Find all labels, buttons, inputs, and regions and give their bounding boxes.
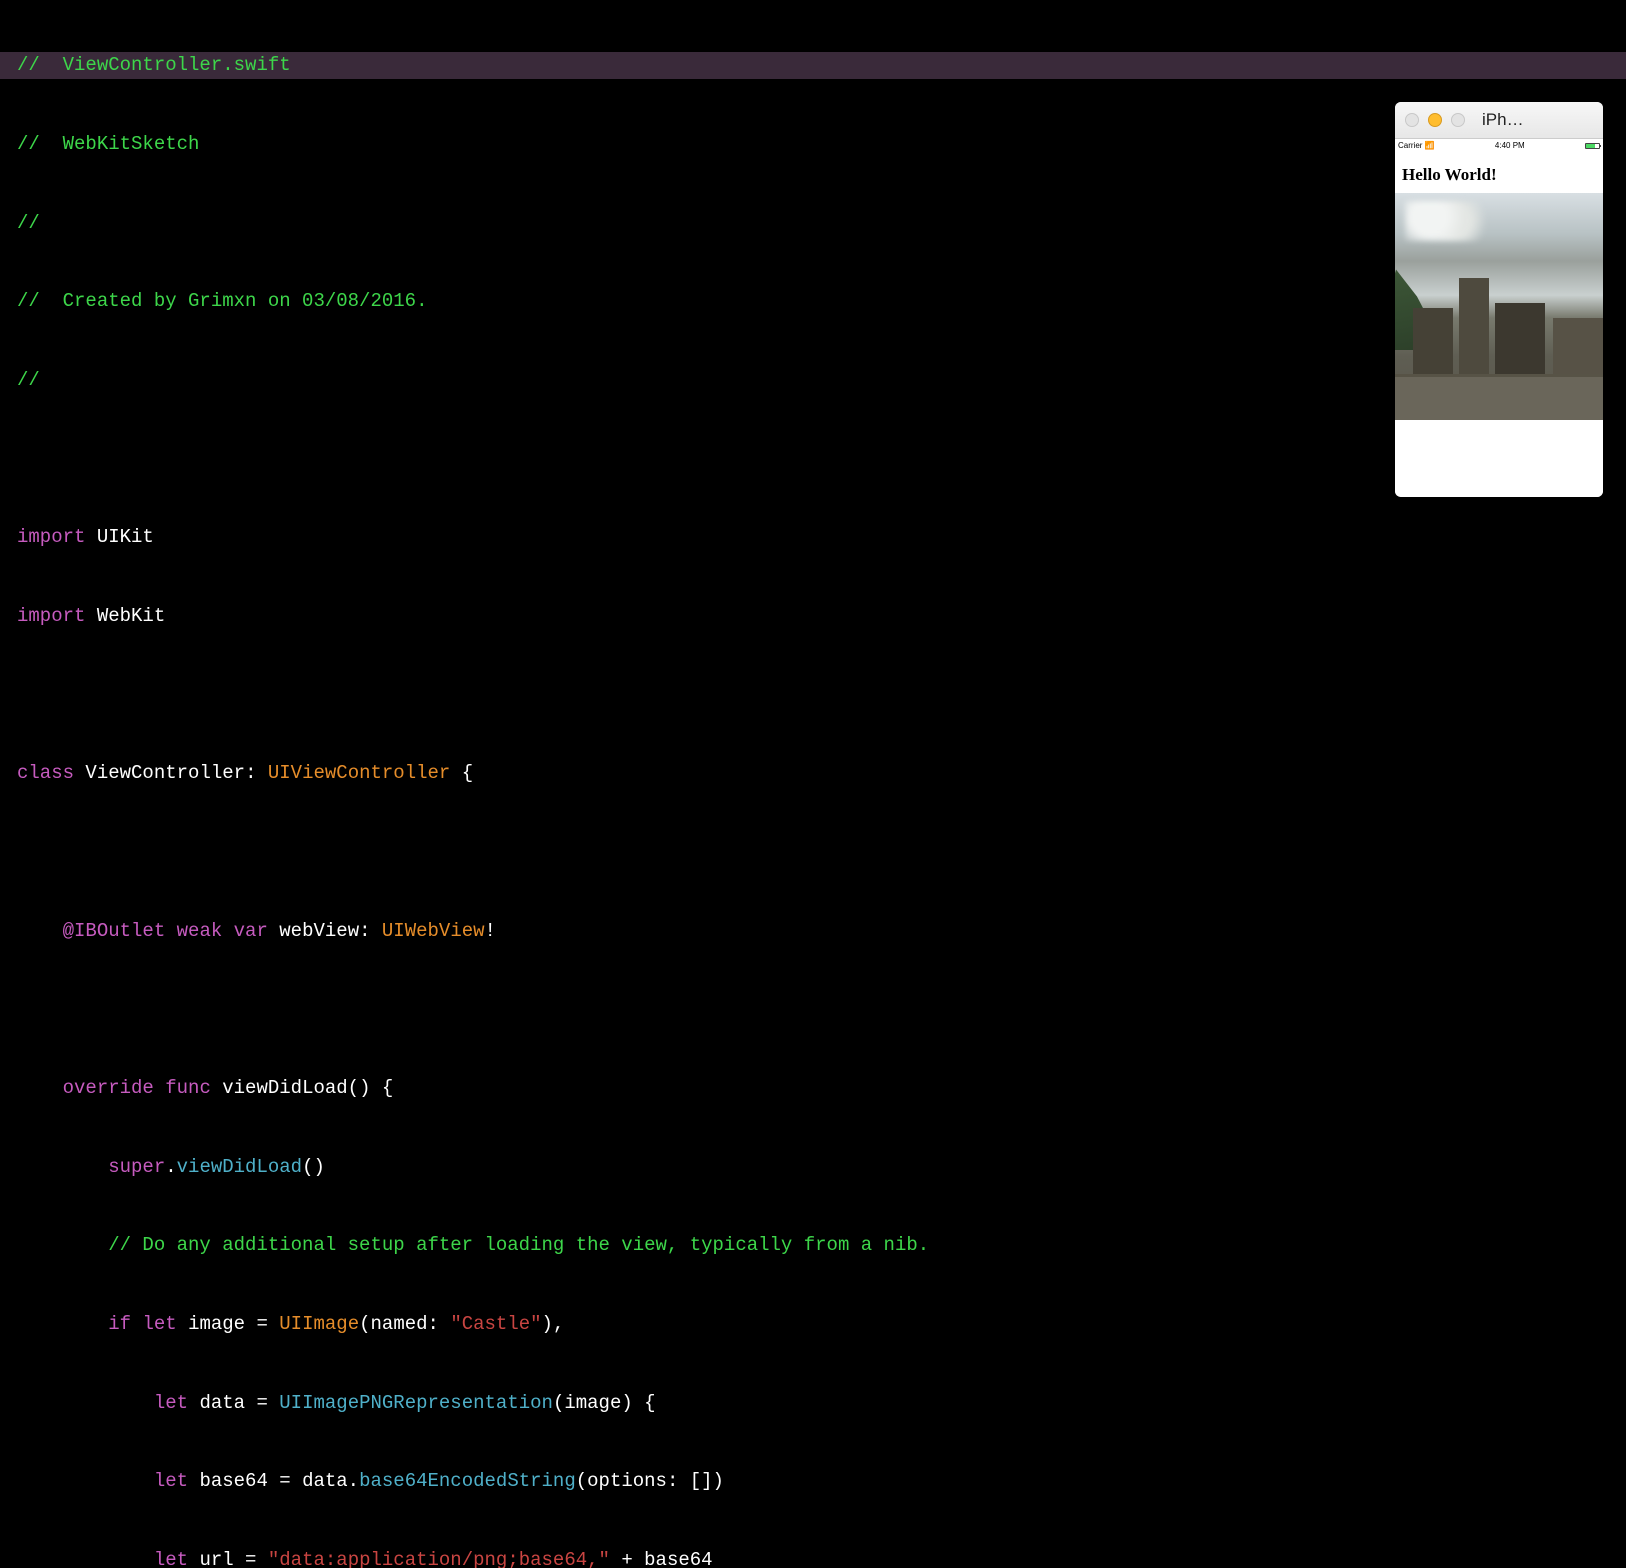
comment: // WebKitSketch (17, 133, 199, 155)
battery-icon (1585, 143, 1600, 149)
code-line (0, 682, 1626, 708)
code-line: // (0, 210, 1626, 236)
code-line: @IBOutlet weak var webView: UIWebView! (0, 918, 1626, 944)
code-line: // WebKitSketch (0, 131, 1626, 157)
code-line: import UIKit (0, 524, 1626, 550)
comment: // Created by Grimxn on 03/08/2016. (17, 290, 427, 312)
simulator-titlebar[interactable]: iPh… (1395, 102, 1603, 139)
comment: // (17, 369, 40, 391)
code-line (0, 839, 1626, 865)
comment: // ViewController.swift (17, 54, 291, 76)
window-zoom-icon[interactable] (1451, 113, 1465, 127)
code-line: if let image = UIImage(named: "Castle"), (0, 1311, 1626, 1337)
code-line: // (0, 367, 1626, 393)
webview-heading: Hello World! (1395, 153, 1603, 193)
code-line: override func viewDidLoad() { (0, 1075, 1626, 1101)
code-line: import WebKit (0, 603, 1626, 629)
carrier-label: Carrier 📶 (1398, 140, 1435, 151)
code-line: // Do any additional setup after loading… (0, 1232, 1626, 1258)
window-minimize-icon[interactable] (1428, 113, 1442, 127)
code-editor[interactable]: // ViewController.swift // WebKitSketch … (0, 0, 1626, 1568)
window-close-icon[interactable] (1405, 113, 1419, 127)
webview-image (1395, 193, 1603, 420)
code-line: let url = "data:application/png;base64,"… (0, 1547, 1626, 1568)
code-line: // Created by Grimxn on 03/08/2016. (0, 288, 1626, 314)
simulator-title: iPh… (1482, 108, 1524, 131)
code-line (0, 996, 1626, 1022)
code-line: let data = UIImagePNGRepresentation(imag… (0, 1390, 1626, 1416)
status-time: 4:40 PM (1495, 140, 1525, 151)
code-line: class ViewController: UIViewController { (0, 760, 1626, 786)
simulator-content[interactable]: Hello World! (1395, 153, 1603, 497)
code-line (0, 446, 1626, 472)
simulator-statusbar: Carrier 📶 4:40 PM (1395, 139, 1603, 153)
code-line: let base64 = data.base64EncodedString(op… (0, 1468, 1626, 1494)
wifi-icon: 📶 (1425, 141, 1435, 150)
simulator-window[interactable]: iPh… Carrier 📶 4:40 PM Hello World! (1395, 102, 1603, 497)
comment: // (17, 212, 40, 234)
code-line: super.viewDidLoad() (0, 1154, 1626, 1180)
code-line: // ViewController.swift (0, 52, 1626, 78)
webview-blank (1395, 420, 1603, 497)
